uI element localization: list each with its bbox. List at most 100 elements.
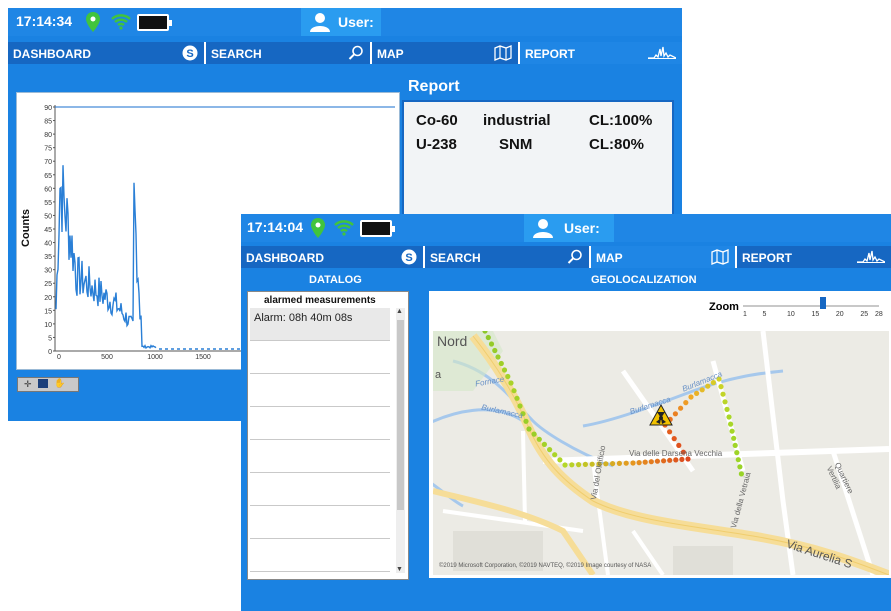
status-bar: 17:14:04 User: [241, 214, 891, 242]
list-item[interactable] [250, 539, 390, 572]
tab-dashboard-label: DASHBOARD [13, 47, 91, 61]
y-tick-label: 75 [44, 146, 52, 153]
list-item[interactable] [250, 374, 390, 407]
tab-report[interactable]: REPORT [518, 42, 682, 64]
report-cl-1: CL:100% [589, 112, 653, 129]
trail-dot [517, 403, 523, 409]
list-item[interactable] [250, 506, 390, 539]
zoom-thumb[interactable] [820, 297, 827, 309]
x-tick-label: 0 [57, 354, 61, 361]
user-box[interactable]: User: [524, 214, 614, 242]
trail-dot [724, 406, 730, 412]
map-copyright: ©2019 Microsoft Corporation, ©2019 NAVTE… [439, 563, 652, 569]
y-tick-label: 65 [44, 173, 52, 180]
status-bar: 17:14:34 User: [8, 8, 682, 36]
map-icon [711, 249, 729, 268]
zoom-tick-label: 25 [860, 311, 869, 318]
trail-dot [531, 431, 537, 437]
trail-dot [722, 399, 728, 405]
y-tick-label: 50 [44, 213, 52, 220]
spectrum-icon [648, 45, 677, 62]
tab-dashboard[interactable]: DASHBOARD S [8, 42, 204, 64]
map[interactable]: Nord a Fornace Burlamacca Burlamacca Bur… [433, 331, 889, 575]
user-label: User: [564, 220, 600, 236]
y-tick-label: 35 [44, 254, 52, 261]
svg-text:S: S [186, 48, 193, 60]
trail-dot [523, 418, 529, 424]
list-item[interactable] [250, 473, 390, 506]
tab-dashboard[interactable]: DASHBOARD S [241, 246, 423, 268]
search-s-icon: S [182, 45, 198, 64]
trail-dot [488, 341, 495, 347]
zoom-tick-label: 28 [875, 311, 883, 318]
zoom-slider[interactable]: 1 5 10 15 20 25 28 [741, 295, 883, 325]
list-item[interactable] [250, 407, 390, 440]
datalog-header: alarmed measurements [264, 295, 376, 306]
y-tick-label: 40 [44, 241, 52, 248]
battery-icon [360, 220, 395, 237]
trail-dot [630, 460, 636, 466]
trail-dot [673, 457, 679, 463]
trail-dot [729, 428, 735, 434]
tab-search[interactable]: SEARCH [204, 42, 370, 64]
report-title: Report [408, 78, 460, 95]
trail-dot [508, 380, 514, 386]
list-scrollbar[interactable]: ▲ ▼ [396, 308, 405, 573]
zoom-label: Zoom [709, 301, 739, 313]
zoom-track [743, 305, 879, 307]
tab-bar: DASHBOARD S SEARCH MAP REPORT [241, 246, 891, 268]
y-tick-label: 90 [44, 105, 52, 112]
user-avatar-icon [532, 218, 554, 241]
y-tick-label: 0 [48, 349, 52, 356]
y-axis-label: Counts [20, 209, 32, 247]
geolocalization-title: GEOLOCALIZATION [591, 274, 697, 286]
trail-dot [648, 459, 654, 465]
plot-toolbar[interactable]: ✛ ✋ [17, 377, 79, 392]
trail-dot [541, 441, 547, 447]
gps-pin-icon [311, 218, 325, 243]
report-category-2: SNM [499, 136, 533, 153]
trail-dot [547, 447, 553, 453]
trail-dot [582, 461, 588, 467]
zoom-tick-label: 1 [743, 311, 747, 318]
trail-dot [676, 442, 682, 448]
search-s-icon: S [401, 249, 417, 268]
plot-zoom-icon[interactable]: ✛ [24, 379, 32, 390]
trail-dot [667, 429, 673, 435]
trail-dot [495, 354, 501, 360]
y-tick-label: 45 [44, 227, 52, 234]
user-avatar-icon [309, 12, 331, 35]
datalog-title: DATALOG [309, 274, 362, 286]
tab-map[interactable]: MAP [589, 246, 735, 268]
tab-search[interactable]: SEARCH [423, 246, 589, 268]
trail-dot [492, 347, 498, 354]
trail-dot [511, 388, 517, 394]
plot-pan-icon[interactable]: ✋ [54, 378, 65, 389]
tab-report-label: REPORT [742, 251, 793, 265]
report-isotope-1: Co-60 [416, 112, 458, 129]
scroll-down-icon[interactable]: ▼ [396, 566, 403, 573]
y-tick-label: 80 [44, 132, 52, 139]
clock: 17:14:34 [16, 13, 73, 29]
scroll-up-icon[interactable]: ▲ [396, 308, 403, 315]
map-label-a: a [435, 369, 442, 381]
trail-dot [694, 390, 700, 396]
trail-dot [718, 384, 724, 390]
zoom-tick-label: 15 [811, 311, 820, 318]
trail-dot [623, 460, 629, 466]
zoom-tick-label: 10 [787, 311, 795, 318]
scroll-thumb[interactable] [397, 320, 404, 510]
tab-bar: DASHBOARD S SEARCH MAP REPORT [8, 42, 682, 64]
list-item[interactable]: Alarm: 08h 40m 08s [250, 308, 390, 341]
user-box[interactable]: User: [301, 8, 381, 36]
tab-report[interactable]: REPORT [735, 246, 891, 268]
list-item[interactable] [250, 440, 390, 473]
y-tick-label: 55 [44, 200, 52, 207]
tab-map[interactable]: MAP [370, 42, 518, 64]
list-item[interactable] [250, 341, 390, 374]
magnifier-icon [567, 249, 583, 268]
plot-magnify-icon[interactable] [38, 379, 48, 388]
trail-dot [654, 458, 660, 464]
trail-dot [735, 457, 741, 463]
trail-dot [505, 373, 511, 380]
